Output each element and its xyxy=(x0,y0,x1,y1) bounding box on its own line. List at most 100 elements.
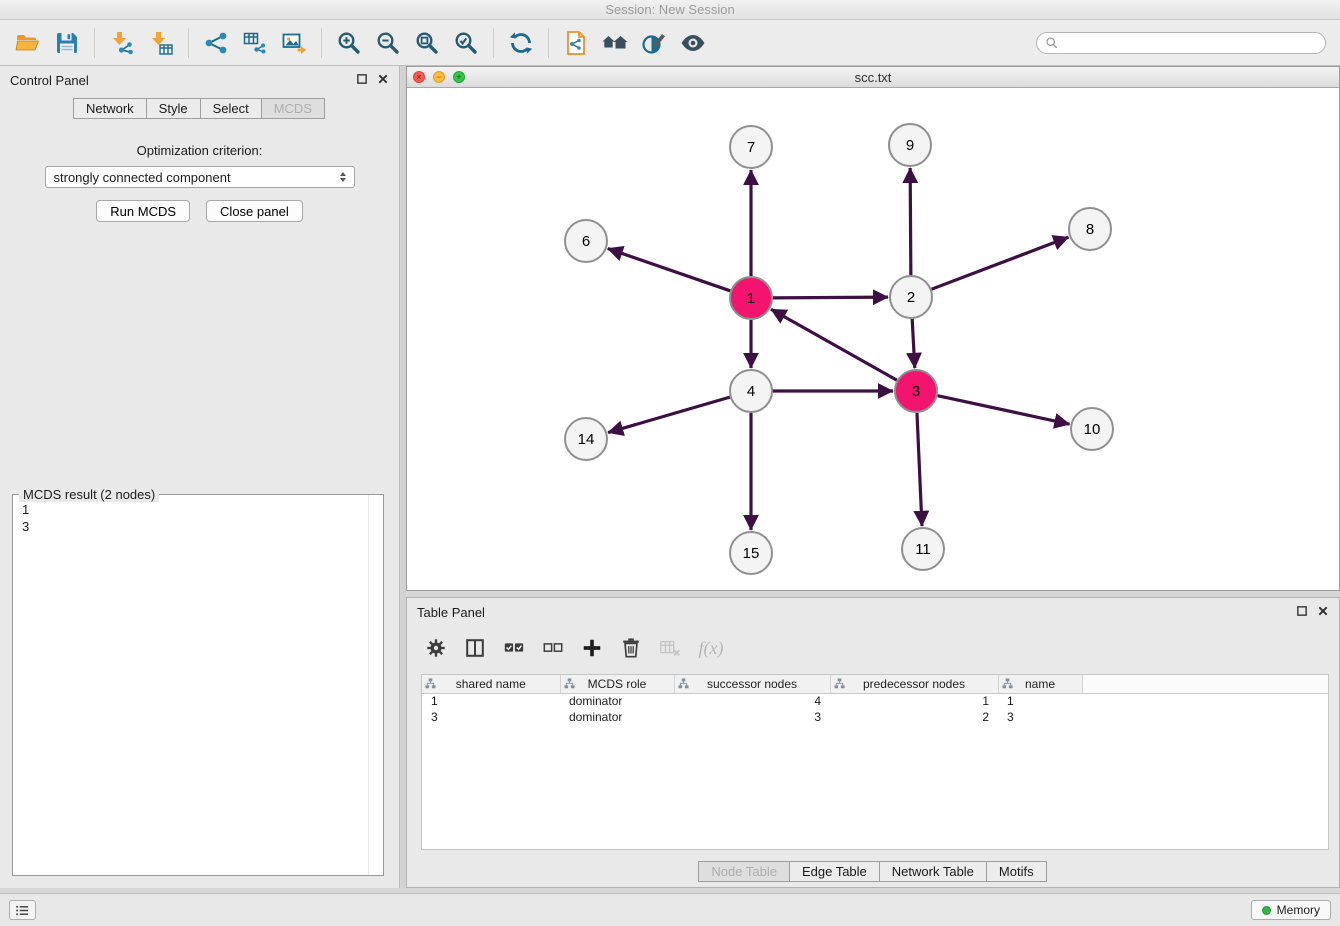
open-folder-icon xyxy=(15,30,41,56)
delete-table-button[interactable] xyxy=(657,635,683,661)
tab-mcds[interactable]: MCDS xyxy=(261,98,325,119)
show-hide-graphics-button[interactable] xyxy=(675,26,711,60)
node-2[interactable]: 2 xyxy=(890,276,932,318)
memory-button[interactable]: Memory xyxy=(1251,900,1331,920)
save-session-button[interactable] xyxy=(49,26,85,60)
column-type-icon xyxy=(678,678,689,692)
node-8[interactable]: 8 xyxy=(1069,208,1111,250)
unselect-all-button[interactable] xyxy=(540,635,566,661)
close-window-button[interactable]: × xyxy=(413,71,425,83)
edge-1-2[interactable] xyxy=(773,297,888,298)
zoom-fit-button[interactable] xyxy=(409,26,445,60)
delete-row-button[interactable] xyxy=(618,635,644,661)
edge-2-3[interactable] xyxy=(912,319,915,368)
tab-select[interactable]: Select xyxy=(200,98,262,119)
edge-2-9[interactable] xyxy=(910,168,911,275)
apply-style-button[interactable] xyxy=(636,26,672,60)
table-cell[interactable]: dominator xyxy=(560,709,674,725)
optimization-criterion-select[interactable]: strongly connected component xyxy=(45,166,355,188)
column-label: shared name xyxy=(456,677,526,691)
table-tab-network-table[interactable]: Network Table xyxy=(879,861,987,882)
network-from-document-button[interactable] xyxy=(558,26,594,60)
node-6[interactable]: 6 xyxy=(565,220,607,262)
close-panel-button[interactable]: Close panel xyxy=(206,200,303,222)
node-7[interactable]: 7 xyxy=(730,126,772,168)
node-14[interactable]: 14 xyxy=(565,418,607,460)
zoom-selected-button[interactable] xyxy=(448,26,484,60)
table-cell[interactable]: 4 xyxy=(674,693,830,709)
tab-network[interactable]: Network xyxy=(73,98,147,119)
network-canvas[interactable]: 7 9 6 8 1 2 4 3 14 10 15 11 xyxy=(407,88,1339,590)
table-tab-edge-table[interactable]: Edge Table xyxy=(789,861,880,882)
edge-3-11[interactable] xyxy=(917,413,922,526)
column-header-shared-name[interactable]: shared name xyxy=(422,675,560,693)
open-session-button[interactable] xyxy=(10,26,46,60)
column-type-icon xyxy=(834,678,845,692)
show-columns-button[interactable] xyxy=(462,635,488,661)
tab-style[interactable]: Style xyxy=(146,98,201,119)
select-all-button[interactable] xyxy=(501,635,527,661)
toolbar-separator xyxy=(493,28,494,58)
svg-text:14: 14 xyxy=(578,431,595,448)
table-cell[interactable]: 2 xyxy=(830,709,998,725)
float-panel-icon[interactable] xyxy=(1296,605,1308,617)
plus-icon xyxy=(581,637,603,659)
table-cell[interactable]: 3 xyxy=(674,709,830,725)
column-header-MCDS-role[interactable]: MCDS role xyxy=(560,675,674,693)
close-panel-icon[interactable] xyxy=(377,73,389,85)
edge-1-6[interactable] xyxy=(608,249,730,291)
import-network-button[interactable] xyxy=(104,26,140,60)
table-row[interactable]: 3dominator323 xyxy=(422,709,1328,725)
fx-icon: f(x) xyxy=(695,638,724,659)
minimize-window-button[interactable]: − xyxy=(433,71,445,83)
table-toolbar: f(x) xyxy=(407,626,1339,665)
refresh-view-button[interactable] xyxy=(503,26,539,60)
run-mcds-button[interactable]: Run MCDS xyxy=(96,200,190,222)
first-neighbors-button[interactable] xyxy=(597,26,633,60)
maximize-window-button[interactable]: + xyxy=(453,71,465,83)
style-brush-icon xyxy=(641,30,667,56)
table-settings-button[interactable] xyxy=(423,635,449,661)
node-10[interactable]: 10 xyxy=(1071,408,1113,450)
svg-text:7: 7 xyxy=(747,139,755,156)
edge-3-10[interactable] xyxy=(938,396,1070,425)
new-network-button[interactable] xyxy=(198,26,234,60)
toolbar-separator xyxy=(548,28,549,58)
table-tab-node-table[interactable]: Node Table xyxy=(698,861,790,882)
node-9[interactable]: 9 xyxy=(889,124,931,166)
new-network-from-table-button[interactable] xyxy=(237,26,273,60)
import-table-button[interactable] xyxy=(143,26,179,60)
table-cell[interactable]: 3 xyxy=(998,709,1082,725)
column-header-name[interactable]: name xyxy=(998,675,1082,693)
search-box[interactable] xyxy=(1036,32,1326,54)
table-cell[interactable]: 1 xyxy=(830,693,998,709)
table-cell[interactable]: 1 xyxy=(998,693,1082,709)
status-menu-button[interactable] xyxy=(9,900,36,920)
table-cell[interactable]: 1 xyxy=(422,693,560,709)
close-panel-icon[interactable] xyxy=(1317,605,1329,617)
node-4[interactable]: 4 xyxy=(730,370,772,412)
table-tab-motifs[interactable]: Motifs xyxy=(986,861,1047,882)
node-11[interactable]: 11 xyxy=(902,528,944,570)
edge-3-1[interactable] xyxy=(771,309,897,380)
eye-icon xyxy=(680,30,706,56)
edge-2-8[interactable] xyxy=(932,237,1069,289)
add-row-button[interactable] xyxy=(579,635,605,661)
node-3[interactable]: 3 xyxy=(895,370,937,412)
search-input[interactable] xyxy=(1064,35,1317,50)
zoom-out-button[interactable] xyxy=(370,26,406,60)
function-builder-button[interactable]: f(x) xyxy=(696,635,722,661)
edge-4-14[interactable] xyxy=(608,397,730,432)
node-15[interactable]: 15 xyxy=(730,532,772,574)
table-cell[interactable]: dominator xyxy=(560,693,674,709)
export-image-button[interactable] xyxy=(276,26,312,60)
table-row[interactable]: 1dominator411 xyxy=(422,693,1328,709)
column-header-predecessor-nodes[interactable]: predecessor nodes xyxy=(830,675,998,693)
document-network-icon xyxy=(563,30,589,56)
float-panel-icon[interactable] xyxy=(356,73,368,85)
node-1[interactable]: 1 xyxy=(730,277,772,319)
network-window-titlebar[interactable]: × − + scc.txt xyxy=(407,67,1339,88)
column-header-successor-nodes[interactable]: successor nodes xyxy=(674,675,830,693)
table-cell[interactable]: 3 xyxy=(422,709,560,725)
zoom-in-button[interactable] xyxy=(331,26,367,60)
